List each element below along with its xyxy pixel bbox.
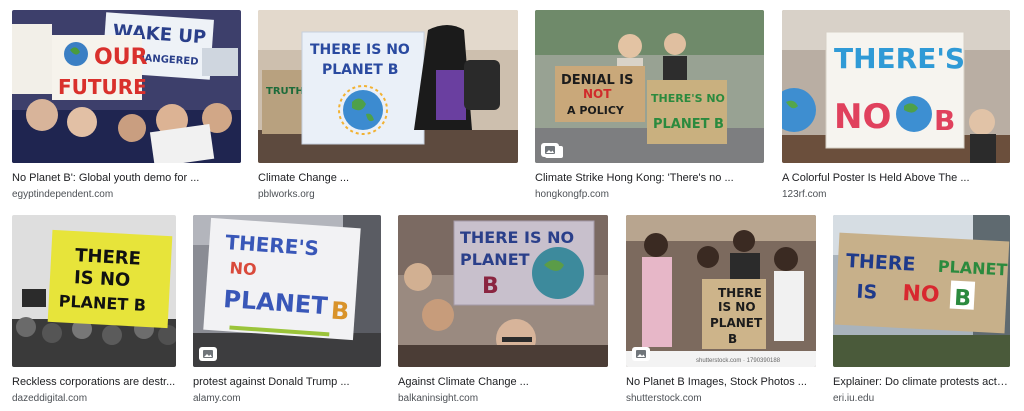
svg-text:NO: NO [229,258,257,279]
image-icon [541,143,559,157]
result-card[interactable]: DENIAL IS NOT A POLICY THERE'S NO PLANET… [535,10,764,201]
result-thumbnail[interactable]: THERE'S NO PLANET B [193,215,381,367]
svg-text:NOT: NOT [583,87,612,101]
svg-text:PLANET B: PLANET B [653,117,724,132]
svg-text:B: B [728,332,737,346]
result-thumbnail[interactable]: THERE IS NO PLANET B [12,215,176,367]
svg-text:THERE: THERE [718,286,762,300]
result-card[interactable]: WAKE UP ENDANGERED OUR FUTURE No Planet … [12,10,241,201]
svg-text:THERE: THERE [845,250,916,276]
svg-text:B: B [482,274,499,299]
watermark-text: shutterstock.com · 1790390188 [696,358,781,364]
result-source: balkaninsight.com [398,393,479,404]
result-title[interactable]: Reckless corporations are destr... [12,375,176,389]
svg-text:B: B [330,297,350,326]
result-source: 123rf.com [782,189,827,200]
result-source: hongkongfp.com [535,189,609,200]
svg-text:TRUTH: TRUTH [266,86,304,97]
svg-text:NO: NO [902,281,940,308]
svg-text:OUR: OUR [94,45,148,70]
svg-text:THERE IS NO: THERE IS NO [310,42,410,58]
image-icon [632,347,650,361]
result-title[interactable]: No Planet B': Global youth demo for ... [12,171,241,185]
result-title[interactable]: Climate Change ... [258,171,518,185]
result-card[interactable]: TRUTH THERE IS NO PLANET B Climate Chang… [258,10,518,201]
result-title[interactable]: Against Climate Change ... [398,375,608,389]
result-thumbnail[interactable]: WAKE UP ENDANGERED OUR FUTURE [12,10,241,163]
result-card[interactable]: THERE IS NO PLANET B Reckless corporatio… [12,215,176,405]
result-card[interactable]: THERE'S NO B A Colorful Poster Is Held A… [782,10,1010,201]
image-icon [199,347,217,361]
result-thumbnail[interactable]: THERE IS NO PLANET B shutterstock.com · … [626,215,816,367]
result-source: eri.iu.edu [833,393,875,404]
result-source: alamy.com [193,393,241,404]
result-title[interactable]: Climate Strike Hong Kong: 'There's no ..… [535,171,764,185]
result-source: shutterstock.com [626,393,702,404]
svg-text:THERE IS NO: THERE IS NO [460,228,574,247]
svg-text:PLANET: PLANET [937,257,1008,280]
result-thumbnail[interactable]: THERE IS NO PLANET B [398,215,608,367]
result-source: pblworks.org [258,189,315,200]
svg-text:FUTURE: FUTURE [58,75,147,99]
result-card[interactable]: THERE IS NO PLANET B Against Climate Cha… [398,215,608,405]
result-card[interactable]: THERE'S NO PLANET B protest against Dona… [193,215,381,405]
result-card[interactable]: THERE IS NO PLANET B shutterstock.com · … [626,215,816,405]
svg-text:IS NO: IS NO [718,300,756,314]
result-title[interactable]: A Colorful Poster Is Held Above The ... [782,171,1010,185]
result-thumbnail[interactable]: TRUTH THERE IS NO PLANET B [258,10,518,163]
svg-text:THERE: THERE [75,245,142,269]
result-source: dazeddigital.com [12,393,88,404]
result-source: egyptindependent.com [12,189,114,200]
svg-text:THERE'S NO: THERE'S NO [651,92,725,105]
svg-text:IS NO: IS NO [73,267,130,291]
svg-text:NO: NO [834,97,891,137]
result-title[interactable]: Explainer: Do climate protests actu... [833,375,1010,389]
result-title[interactable]: protest against Donald Trump ... [193,375,381,389]
svg-text:B: B [954,286,972,312]
svg-text:IS: IS [856,281,878,304]
result-thumbnail[interactable]: DENIAL IS NOT A POLICY THERE'S NO PLANET… [535,10,764,163]
svg-text:PLANET: PLANET [460,250,530,269]
svg-text:THERE'S: THERE'S [834,42,965,75]
svg-text:B: B [934,104,955,137]
result-thumbnail[interactable]: THERE'S NO B [782,10,1010,163]
result-thumbnail[interactable]: THERE IS NO PLANET B [833,215,1010,367]
svg-text:DENIAL IS: DENIAL IS [561,73,633,88]
svg-text:PLANET: PLANET [710,316,763,330]
result-title[interactable]: No Planet B Images, Stock Photos ... [626,375,816,389]
result-card[interactable]: THERE IS NO PLANET B Explainer: Do clima… [833,215,1010,405]
svg-text:A POLICY: A POLICY [567,104,625,117]
svg-text:PLANET B: PLANET B [322,62,398,78]
